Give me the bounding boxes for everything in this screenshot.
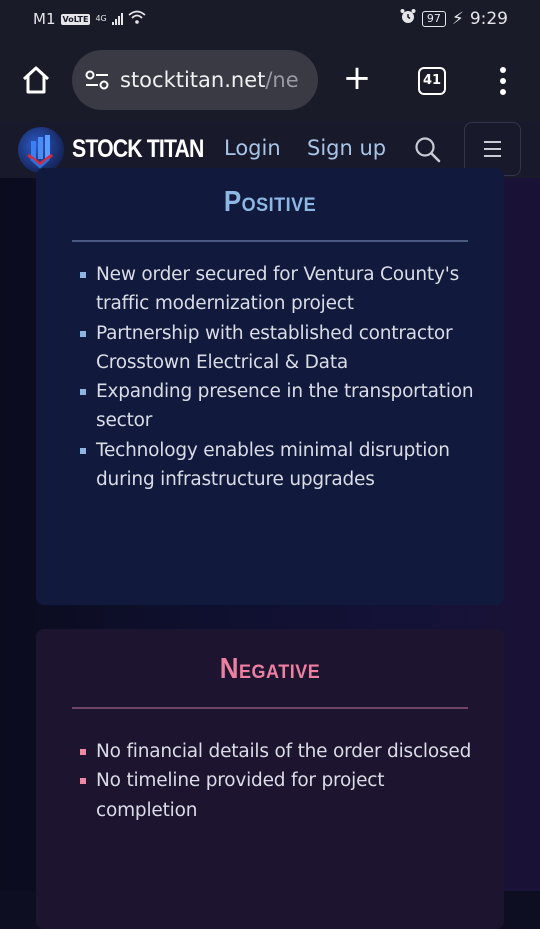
list-item-text: No timeline provided for project complet… [96,770,385,821]
more-vert-icon [500,67,506,73]
status-bar: M1 VoLTE 4G 97 ⚡ 9:29 [0,0,540,40]
list-item: No timeline provided for project complet… [80,766,484,825]
list-item: Partnership with established contractor … [80,319,484,378]
battery-indicator: 97 [421,10,446,27]
list-item-text: New order secured for Ventura County's t… [96,264,460,315]
bullet-icon [80,389,86,396]
url-host: stocktitan.net [120,68,266,92]
home-button[interactable] [20,64,52,96]
volte-icon: VoLTE [60,13,91,25]
bullet-icon [80,272,86,278]
home-icon [22,66,50,94]
url-path: /ne [265,68,299,92]
bullet-icon [80,778,86,785]
list-item-text: No financial details of the order disclo… [96,741,472,762]
search-icon [415,137,441,163]
network-type-label: 4G [95,14,107,23]
brand-name[interactable]: STOCK TITAN [72,135,204,164]
tab-switcher-button[interactable]: 41 [418,67,446,95]
list-item: No financial details of the order disclo… [80,737,484,766]
wifi-icon [128,10,146,28]
list-item-text: Technology enables minimal disruption du… [96,439,450,491]
search-button[interactable] [414,136,442,164]
signal-icon [111,13,123,25]
address-bar[interactable]: stocktitan.net/ne [72,50,318,110]
positive-panel: Positive New order secured for Ventura C… [36,168,504,605]
logo-icon [27,135,53,169]
list-item-text: Partnership with established contractor … [96,322,453,373]
positive-list: New order secured for Ventura County's t… [80,260,484,494]
charging-icon: ⚡ [451,8,464,29]
negative-divider [72,707,468,709]
alarm-icon [400,8,416,29]
list-item-text: Expanding presence in the transportation… [96,381,474,432]
stock-titan-logo[interactable] [18,127,64,173]
signup-link[interactable]: Sign up [307,136,386,160]
url-text: stocktitan.net/ne [120,68,310,92]
carrier-label: M1 [33,10,56,28]
plus-icon: + [342,58,372,98]
new-tab-button[interactable]: + [341,61,373,95]
list-item: Expanding presence in the transportation… [80,377,484,436]
login-link[interactable]: Login [224,136,281,160]
hamburger-icon [484,141,501,143]
browser-menu-button[interactable] [495,65,511,97]
clock: 9:29 [469,8,508,29]
negative-title: Negative [219,651,321,685]
site-settings-icon [85,70,109,90]
bullet-icon [80,749,86,755]
negative-list: No financial details of the order disclo… [80,737,484,825]
status-left: M1 VoLTE 4G [33,10,146,28]
positive-title: Positive [223,184,317,218]
browser-toolbar: stocktitan.net/ne + 41 [0,40,540,122]
list-item: New order secured for Ventura County's t… [80,260,484,319]
negative-panel: Negative No financial details of the ord… [36,629,504,929]
status-right: 97 ⚡ 9:29 [400,8,508,29]
list-item: Technology enables minimal disruption du… [80,436,484,495]
positive-divider [72,240,468,242]
bullet-icon [80,447,86,454]
bullet-icon [80,330,86,337]
page-content: Positive New order secured for Ventura C… [0,168,540,929]
